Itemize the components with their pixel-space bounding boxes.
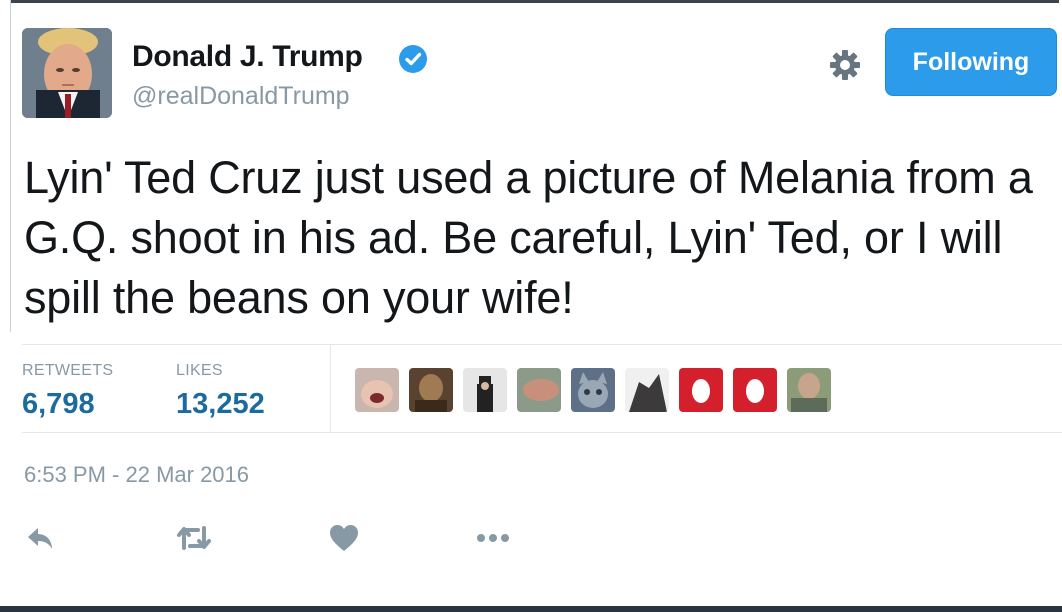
stats-top-divider bbox=[22, 344, 1062, 345]
avatar-portrait-2 bbox=[409, 368, 453, 412]
user-handle[interactable]: @realDonaldTrump bbox=[132, 82, 350, 111]
liker-avatar[interactable] bbox=[409, 368, 453, 412]
window-bottom-edge bbox=[0, 606, 1062, 612]
window-top-edge bbox=[0, 0, 1062, 3]
liker-avatar[interactable] bbox=[355, 368, 399, 412]
stats-bottom-divider bbox=[22, 432, 1062, 433]
likes-label: LIKES bbox=[176, 362, 223, 379]
liker-avatar[interactable] bbox=[625, 368, 669, 412]
profile-avatar[interactable] bbox=[22, 28, 112, 118]
avatar-face-9 bbox=[787, 368, 831, 412]
retweet-icon bbox=[177, 526, 211, 550]
avatar-figure-3 bbox=[463, 368, 507, 412]
profile-photo bbox=[22, 28, 112, 118]
default-egg-avatar bbox=[733, 368, 777, 412]
reply-button[interactable] bbox=[24, 520, 56, 556]
retweets-count[interactable]: 6,798 bbox=[22, 388, 95, 421]
tweet-text: Lyin' Ted Cruz just used a picture of Me… bbox=[24, 152, 1033, 323]
liker-avatar[interactable] bbox=[571, 368, 615, 412]
liker-avatars bbox=[355, 368, 831, 412]
reply-icon bbox=[28, 528, 52, 549]
liker-avatar[interactable] bbox=[517, 368, 561, 412]
avatar-cat-5 bbox=[571, 368, 615, 412]
like-heart-icon bbox=[330, 525, 358, 551]
stats-vertical-divider bbox=[330, 344, 331, 433]
liker-avatar[interactable] bbox=[463, 368, 507, 412]
liker-avatar[interactable] bbox=[733, 368, 777, 412]
avatar-arm-4 bbox=[517, 368, 561, 412]
retweet-button[interactable] bbox=[176, 520, 212, 556]
more-options-button[interactable] bbox=[474, 520, 512, 556]
avatar-face-1 bbox=[355, 368, 399, 412]
likes-count[interactable]: 13,252 bbox=[176, 388, 265, 421]
tweet-timestamp[interactable]: 6:53 PM - 22 Mar 2016 bbox=[24, 462, 249, 488]
retweets-label: RETWEETS bbox=[22, 362, 114, 379]
avatar-dark-6 bbox=[625, 368, 669, 412]
gear-icon[interactable] bbox=[828, 48, 862, 82]
user-display-name[interactable]: Donald J. Trump bbox=[132, 40, 363, 74]
default-egg-avatar bbox=[679, 368, 723, 412]
liker-avatar[interactable] bbox=[787, 368, 831, 412]
like-button[interactable] bbox=[328, 520, 360, 556]
liker-avatar[interactable] bbox=[679, 368, 723, 412]
window-left-edge bbox=[0, 0, 11, 332]
verified-badge-icon bbox=[399, 45, 427, 73]
more-dots-icon bbox=[477, 534, 509, 542]
following-button[interactable]: Following bbox=[885, 28, 1057, 96]
